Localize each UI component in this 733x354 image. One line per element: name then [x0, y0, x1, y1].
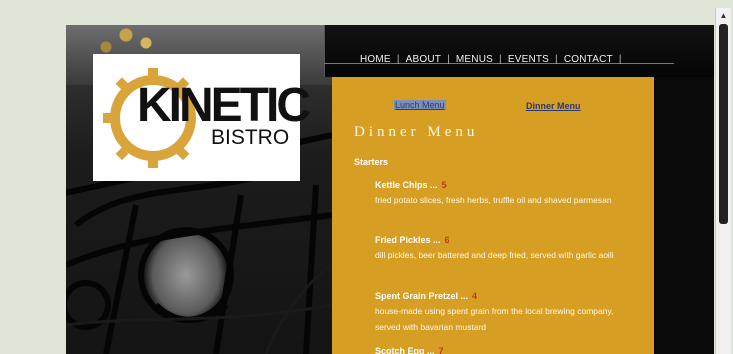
nav-item-about[interactable]: ABOUT	[400, 54, 447, 65]
menu-item-label: Spent Grain Pretzel ...	[375, 291, 469, 301]
nav-bar-background	[324, 25, 714, 77]
scrollbar-thumb[interactable]	[719, 24, 728, 224]
section-heading-starters: Starters	[354, 157, 389, 167]
menu-item-name: Spent Grain Pretzel ... 4	[375, 291, 477, 301]
nav-item-events[interactable]: EVENTS	[502, 54, 555, 65]
lunch-menu-link[interactable]: Lunch Menu	[394, 100, 446, 110]
browser-window: KINETIC BISTRO HOME | ABOUT | MENUS | EV…	[0, 0, 733, 354]
menu-item-label: Fried Pickles ...	[375, 235, 441, 245]
nav-item-home[interactable]: HOME	[354, 54, 397, 65]
menu-item-description: fried potato slices, fresh herbs, truffl…	[375, 195, 612, 205]
nav-item-contact[interactable]: CONTACT	[558, 54, 619, 65]
logo-wordmark: KINETIC	[137, 79, 311, 132]
menu-item-name: Fried Pickles ... 6	[375, 235, 450, 245]
vertical-scrollbar[interactable]: ▲	[715, 8, 731, 354]
kinetic-bistro-logo[interactable]: KINETIC BISTRO	[93, 54, 311, 181]
nav-item-menus[interactable]: MENUS	[450, 54, 499, 65]
menu-panel: Lunch Menu Dinner Menu Dinner Menu Start…	[332, 77, 654, 354]
nav-separator: |	[618, 53, 622, 65]
main-nav: HOME | ABOUT | MENUS | EVENTS | CONTACT …	[354, 52, 622, 66]
logo-subtitle: BISTRO	[211, 126, 290, 149]
menu-item-name: Scotch Egg ... 7	[375, 346, 444, 354]
menu-item-name: Kettle Chips ... 5	[375, 180, 447, 190]
menu-item-price: 7	[438, 346, 444, 354]
dinner-menu-link[interactable]: Dinner Menu	[526, 101, 581, 111]
menu-item-price: 5	[441, 180, 447, 190]
menu-item-description: house-made using spent grain from the lo…	[375, 306, 614, 332]
menu-item-price: 6	[444, 235, 450, 245]
menu-item-description: dill pickles, beer battered and deep fri…	[375, 250, 614, 260]
menu-item-label: Kettle Chips ...	[375, 180, 438, 190]
menu-title: Dinner Menu	[354, 124, 479, 140]
scroll-up-icon[interactable]: ▲	[716, 8, 731, 22]
kinetic-bistro-page: KINETIC BISTRO HOME | ABOUT | MENUS | EV…	[66, 25, 714, 354]
menu-item-price: 4	[472, 291, 478, 301]
menu-item-label: Scotch Egg ...	[375, 346, 435, 354]
